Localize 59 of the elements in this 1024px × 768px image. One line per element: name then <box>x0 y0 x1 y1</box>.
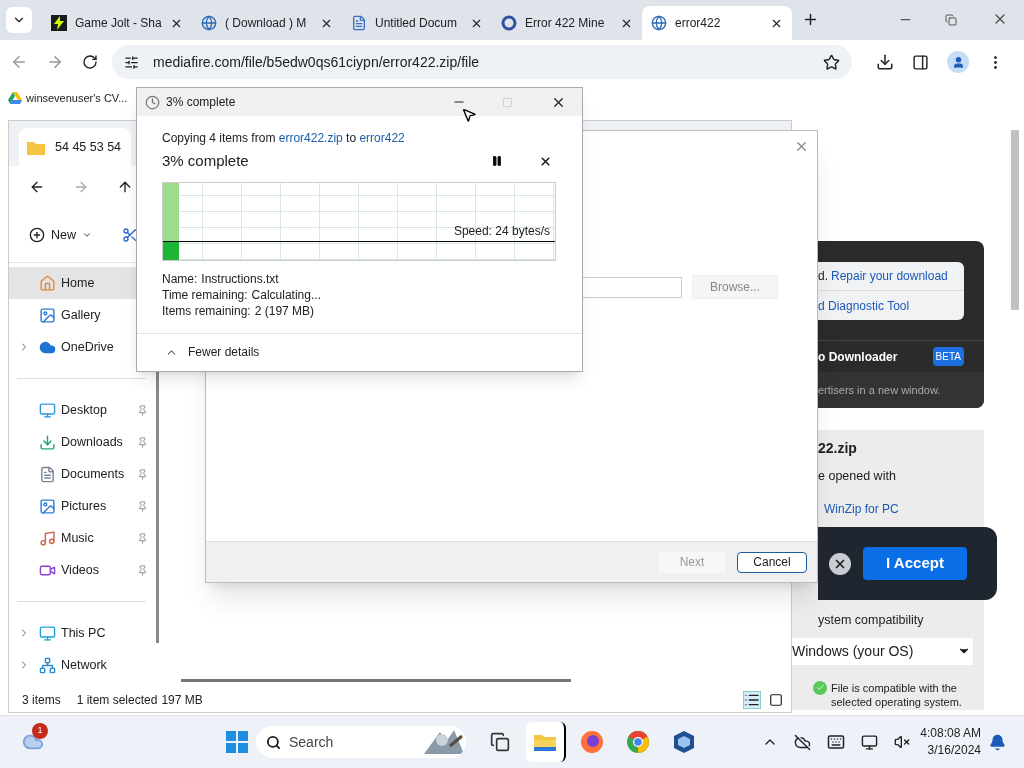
tab-title: ( Download ) M <box>225 15 308 32</box>
tab-title: Untitled Docum <box>375 15 459 32</box>
sidebar-item[interactable]: Network <box>9 649 154 681</box>
new-button[interactable]: New <box>29 225 92 245</box>
downloader-label: o Downloader <box>818 348 899 366</box>
compat-note: File is compatible with the selected operating system. <box>831 680 963 709</box>
copying-text: Copying 4 items from error422.zip to error422 <box>162 130 406 147</box>
detail-label: Name: <box>162 270 198 287</box>
browser-tab[interactable]: ( Download ) M <box>192 6 342 40</box>
sidebar-item[interactable]: Gallery <box>9 299 154 331</box>
status-text: 1 item selected <box>76 692 158 709</box>
tab-title: Error 422 Mine <box>525 15 606 32</box>
sidebar-item[interactable]: Videos <box>9 554 154 586</box>
detail-label: Items remaining: <box>162 302 251 319</box>
browser-tab[interactable]: Untitled Docum <box>342 6 492 40</box>
detail-value: Calculating... <box>251 286 321 303</box>
tab-title: error422 <box>675 15 722 32</box>
sidebar-item[interactable]: Documents <box>9 458 154 490</box>
repair-link[interactable]: Repair your download <box>831 267 948 285</box>
detail-value: Instructions.txt <box>201 270 279 287</box>
clock-time: 4:08:08 AM <box>920 725 981 742</box>
ad-note: ertisers in a new window. <box>818 382 941 398</box>
dialog-title: 3% complete <box>166 94 237 111</box>
cancel-button[interactable]: Cancel <box>737 551 807 573</box>
browser-tab[interactable]: Game Jolt - Sha <box>42 6 192 40</box>
sidebar-item[interactable]: Music <box>9 522 154 554</box>
search-box[interactable]: Search <box>256 726 466 758</box>
compat-heading: ystem compatibility <box>818 611 925 629</box>
explorer-tab[interactable]: 54 45 53 54 <box>19 128 131 166</box>
status-text: 3 items <box>22 692 61 709</box>
detail-value: 2 (197 MB) <box>254 302 315 319</box>
opened-with-text: e opened with <box>818 468 897 485</box>
clock-date: 3/16/2024 <box>927 742 981 759</box>
winzip-link[interactable]: WinZip for PC <box>824 499 984 518</box>
notification-badge: 1 <box>32 723 48 739</box>
file-name: 22.zip <box>818 439 858 458</box>
tab-title: Game Jolt - Sha <box>75 15 162 32</box>
address-bar[interactable]: mediafire.com/file/b5edw0qs61ciypn/error422.zip/file <box>112 45 852 79</box>
browser-tab[interactable]: Error 422 Mine <box>492 6 642 40</box>
source-link[interactable]: error422.zip <box>278 131 343 145</box>
sidebar-item[interactable]: Pictures <box>9 490 154 522</box>
sidebar-item[interactable]: Downloads <box>9 426 154 458</box>
diagnostic-link[interactable]: d Diagnostic Tool <box>818 296 910 315</box>
progress-heading: 3% complete <box>162 151 250 171</box>
accept-button[interactable]: I Accept <box>863 547 967 580</box>
detail-label: Time remaining: <box>162 286 248 303</box>
destination-link[interactable]: error422 <box>359 131 405 145</box>
beta-badge: BETA <box>932 347 964 366</box>
os-select[interactable]: Windows (your OS) <box>790 637 973 665</box>
status-text: 197 MB <box>161 692 203 709</box>
sidebar-item[interactable]: Desktop <box>9 394 154 426</box>
browser-tab[interactable]: error422 <box>642 6 792 40</box>
repair-text: d. <box>818 268 828 285</box>
sidebar-item[interactable]: This PC <box>9 617 154 649</box>
bookmark-link[interactable]: winsevenuser's CV... <box>26 89 128 107</box>
sidebar-item[interactable]: OneDrive <box>9 331 154 363</box>
speed-text: Speed: 24 bytes/s <box>453 222 550 240</box>
url-text: mediafire.com/file/b5edw0qs61ciypn/error422.zip/file <box>153 52 481 72</box>
fewer-details-button[interactable]: Fewer details <box>165 343 260 362</box>
